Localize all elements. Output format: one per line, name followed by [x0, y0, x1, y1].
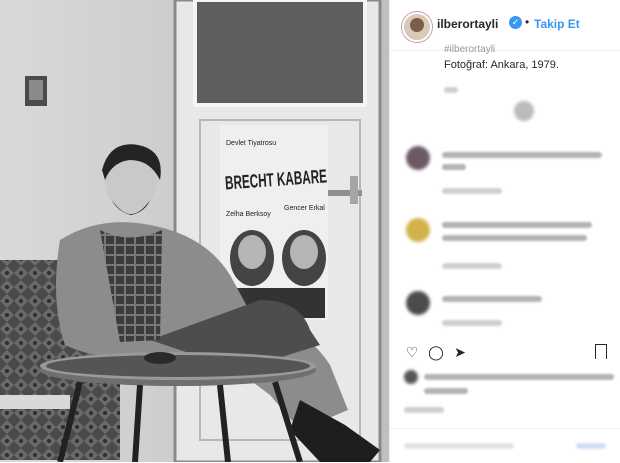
caption-hashtag[interactable]: #ilberortayli	[444, 44, 495, 55]
post-header: ilberortayli ✓ • Takip Et	[390, 0, 620, 51]
blurred-icon	[514, 101, 534, 121]
poster-actor-left: Zelha Berksoy	[226, 211, 271, 218]
comment-meta-blurred	[442, 188, 502, 194]
user-avatar[interactable]	[402, 12, 432, 42]
comment-text-blurred	[442, 222, 592, 228]
comment-meta-blurred	[442, 263, 502, 269]
post-date-blurred	[404, 407, 444, 413]
comment-avatar[interactable]	[406, 146, 430, 170]
poster-org: Devlet Tiyatrosu	[226, 140, 276, 147]
bookmark-icon[interactable]	[595, 344, 607, 359]
share-icon[interactable]: ➤	[452, 344, 468, 360]
follow-button[interactable]: Takip Et	[534, 17, 580, 31]
heart-icon[interactable]: ♡	[404, 344, 420, 360]
comment-avatar[interactable]	[406, 291, 430, 315]
comment-text-blurred	[442, 296, 542, 302]
username-link[interactable]: ilberortayli	[437, 17, 498, 31]
comment-avatar[interactable]	[406, 218, 430, 242]
verified-badge-icon: ✓	[509, 16, 522, 29]
liker-avatar	[404, 370, 418, 384]
comment-text-blurred	[442, 152, 602, 158]
comment-text-blurred	[442, 164, 466, 170]
post-sidebar: ilberortayli ✓ • Takip Et #ilberortayli …	[389, 0, 620, 462]
caption-text: Fotoğraf: Ankara, 1979.	[444, 59, 559, 71]
separator-dot: •	[525, 15, 530, 29]
caption-time-blurred	[444, 87, 458, 93]
post-actions: ♡ ◯ ➤	[390, 338, 620, 368]
likes-text-blurred	[424, 388, 468, 394]
avatar-face	[410, 18, 424, 32]
comment-meta-blurred	[442, 320, 502, 326]
comment-text-blurred	[442, 235, 587, 241]
comment-icon[interactable]: ◯	[428, 344, 444, 360]
likes-text-blurred	[424, 374, 614, 380]
post-comment-button-blurred[interactable]	[576, 443, 606, 449]
post-photo: Devlet Tiyatrosu BRECHT KABARE Zelha Ber…	[0, 0, 389, 462]
comment-placeholder-blurred	[404, 443, 514, 449]
comment-box[interactable]	[390, 428, 620, 463]
poster-actor-right: Gencer Erkal	[284, 205, 325, 212]
